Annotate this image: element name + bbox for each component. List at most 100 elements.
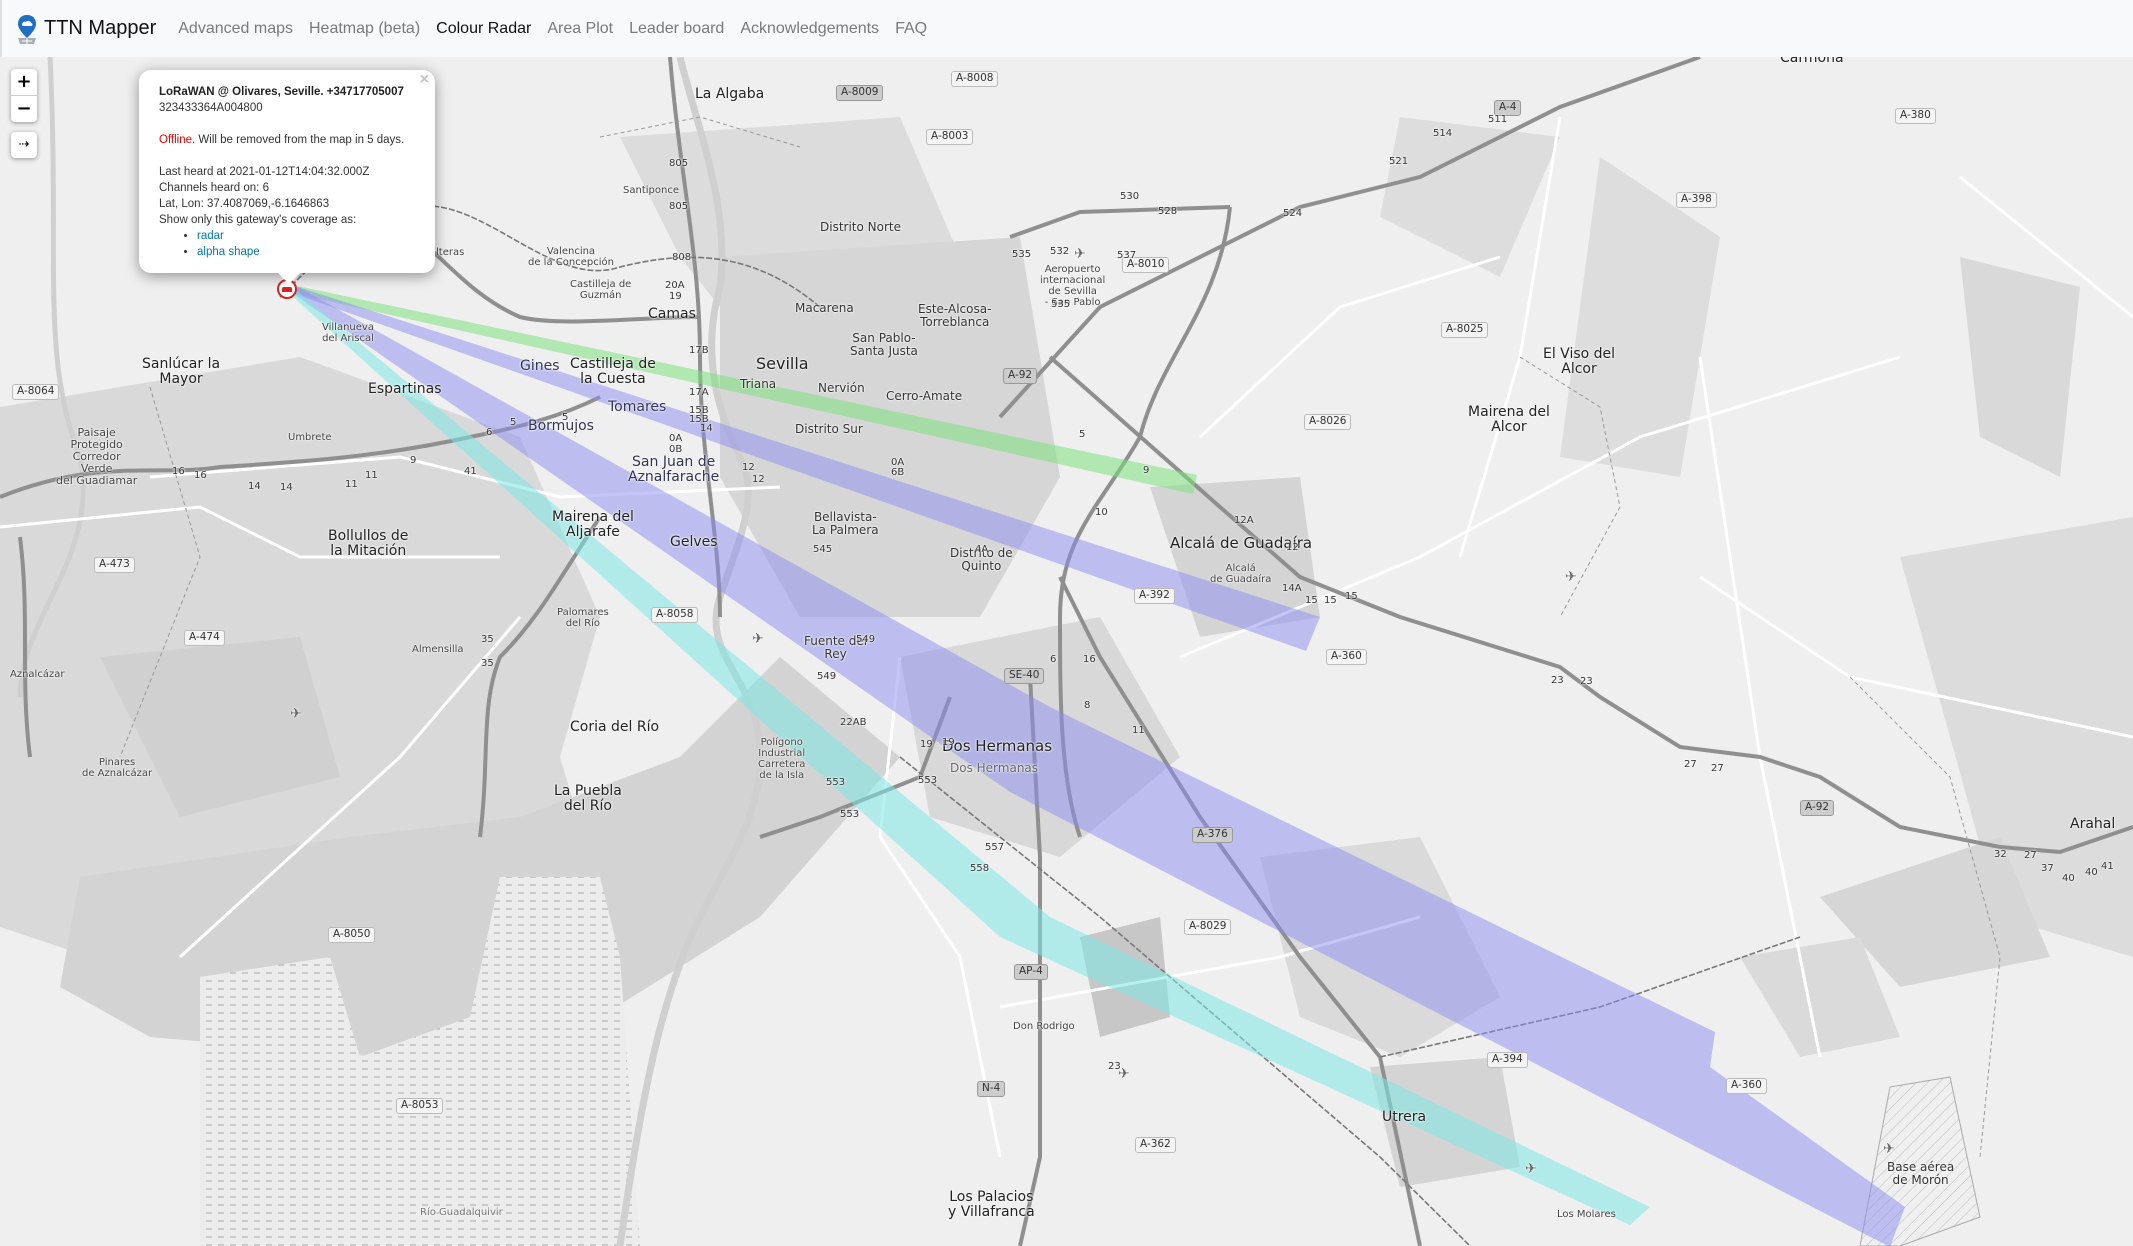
exit-number-label: 549 <box>856 634 876 645</box>
label-base-moron: Base aérea de Morón <box>1887 1160 1955 1188</box>
exit-number-label: 14 <box>280 482 293 493</box>
exit-number-label: 514 <box>1433 128 1453 139</box>
exit-number-label: 524 <box>1283 208 1303 219</box>
road-a394: A-394 <box>1487 1052 1528 1068</box>
road-a8029: A-8029 <box>1184 919 1232 935</box>
label-bormujos: Bormujos <box>528 418 594 434</box>
label-aznalcazar: Aznalcázar <box>10 669 65 680</box>
exit-number-label: 511 <box>1488 114 1508 125</box>
popup-last-heard: Last heard at 2021-01-12T14:04:32.000Z <box>159 166 370 178</box>
exit-number-label: 4A <box>975 544 989 555</box>
road-a8025: A-8025 <box>1441 322 1489 338</box>
label-tomares: Tomares <box>608 399 667 415</box>
label-santiponce: Santiponce <box>623 185 679 196</box>
exit-number-label: 6B <box>891 467 905 478</box>
label-dos-hermanas: Dos Hermanas <box>942 737 1053 755</box>
road-a8003: A-8003 <box>926 129 974 145</box>
road-a398: A-398 <box>1676 192 1717 208</box>
popup-gateway-id: 323433364A004800 <box>159 102 263 114</box>
exit-number-label: 11 <box>1132 725 1145 736</box>
brand[interactable]: TTN Mapper <box>16 14 156 44</box>
label-poligono: Polígono Industrial Carretera de la Isla <box>758 737 806 781</box>
exit-number-label: 9 <box>410 455 417 466</box>
zoom-in-button[interactable]: + <box>11 69 37 95</box>
label-olivares: lteras <box>436 247 465 258</box>
label-gines: Gines <box>520 358 560 374</box>
exit-number-label: 41 <box>464 466 477 477</box>
nav-faq[interactable]: FAQ <box>895 20 927 38</box>
airport-icon: ✈ <box>1883 1141 1895 1157</box>
gateway-popup: × LoRaWAN @ Olivares, Seville. +34717705… <box>139 70 435 284</box>
exit-number-label: 14 <box>248 481 261 492</box>
popup-tip <box>278 273 300 284</box>
road-a380: A-380 <box>1895 108 1936 124</box>
radar-link[interactable]: radar <box>197 230 224 242</box>
label-mairena-aljarafe: Mairena del Aljarafe <box>552 509 634 541</box>
nav-heatmap[interactable]: Heatmap (beta) <box>309 20 420 38</box>
navbar: TTN Mapper Advanced maps Heatmap (beta) … <box>0 0 2133 57</box>
popup-close-button[interactable]: × <box>420 72 429 88</box>
exit-number-label: 557 <box>985 842 1005 853</box>
label-los-palacios: Los Palacios y Villafranca <box>948 1189 1035 1221</box>
coverage-links: radar alpha shape <box>159 228 417 260</box>
popup-show-only: Show only this gateway's coverage as: <box>159 214 357 226</box>
exit-number-label: 5 <box>1079 429 1086 440</box>
road-a376: A-376 <box>1192 827 1233 843</box>
exit-number-label: 14 <box>700 423 713 434</box>
label-nervion: Nervión <box>818 381 865 395</box>
label-almensilla: Almensilla <box>412 644 464 655</box>
exit-number-label: 12 <box>752 474 765 485</box>
exit-number-label: 16 <box>194 470 207 481</box>
road-a8050: A-8050 <box>328 927 376 943</box>
label-valencina: Valencina de la Concepción <box>528 246 614 268</box>
road-a360-2: A-360 <box>1726 1078 1767 1094</box>
exit-number-label: 805 <box>669 158 689 169</box>
label-villanueva: Villanueva del Ariscal <box>322 322 374 344</box>
label-don-rodrigo: Don Rodrigo <box>1013 1021 1075 1032</box>
exit-number-label: 27 <box>1684 759 1697 770</box>
popup-title: LoRaWAN @ Olivares, Seville. +3471770500… <box>159 86 404 98</box>
label-rio-guadalquivir: Río Guadalquivir <box>420 1207 503 1218</box>
zoom-control: + − <box>11 69 37 122</box>
nav-leader-board[interactable]: Leader board <box>629 20 724 38</box>
label-pinares-1: Pinares de Aznalcázar <box>82 757 153 779</box>
airport-icon: ✈ <box>1565 569 1577 585</box>
exit-number-label: 9 <box>1143 465 1150 476</box>
exit-number-label: 12A <box>1234 515 1254 526</box>
exit-number-label: 521 <box>1389 156 1409 167</box>
label-san-pablo: San Pablo- Santa Justa <box>850 331 918 359</box>
label-el-viso: El Viso del Alcor <box>1543 346 1616 378</box>
exit-number-label: 5 <box>562 412 569 423</box>
nav-area-plot[interactable]: Area Plot <box>547 20 613 38</box>
exit-number-label: 545 <box>813 544 833 555</box>
road-a8009: A-8009 <box>836 85 884 101</box>
zoom-out-button[interactable]: − <box>11 95 37 122</box>
label-distrito-norte: Distrito Norte <box>820 220 901 234</box>
nav-acknowledgements[interactable]: Acknowledgements <box>740 20 879 38</box>
exit-number-label: 553 <box>826 777 846 788</box>
exit-number-label: 15 <box>1305 595 1318 606</box>
exit-number-label: 6 <box>486 427 493 438</box>
label-espartinas: Espartinas <box>368 381 442 397</box>
airport-icon: ✈ <box>1074 246 1086 262</box>
road-a8058: A-8058 <box>651 607 699 623</box>
exit-number-label: 17B <box>689 345 709 356</box>
exit-number-label: 35 <box>481 634 494 645</box>
label-puebla-rio: La Puebla del Río <box>554 783 622 815</box>
exit-number-label: 40 <box>2062 873 2075 884</box>
nav-advanced-maps[interactable]: Advanced maps <box>178 20 293 38</box>
exit-number-label: 6 <box>1050 654 1057 665</box>
exit-number-label: 19 <box>942 737 955 748</box>
exit-number-label: 530 <box>1120 191 1140 202</box>
exit-number-label: 19 <box>669 291 682 302</box>
alpha-shape-link[interactable]: alpha shape <box>197 246 260 258</box>
label-distrito-sur: Distrito Sur <box>795 422 863 436</box>
offline-status: Offline. <box>159 134 196 146</box>
road-ap4: AP-4 <box>1014 964 1048 980</box>
exit-number-label: 553 <box>840 809 860 820</box>
map-canvas[interactable]: La Algaba Sevilla Camas Castilleja de la… <box>0 57 2133 1246</box>
nav-colour-radar[interactable]: Colour Radar <box>436 20 531 38</box>
exit-number-label: 558 <box>970 863 990 874</box>
label-este-alcosa: Este-Alcosa- Torreblanca <box>918 302 992 330</box>
dashed-arrow-button[interactable]: ⇢ <box>11 132 37 158</box>
